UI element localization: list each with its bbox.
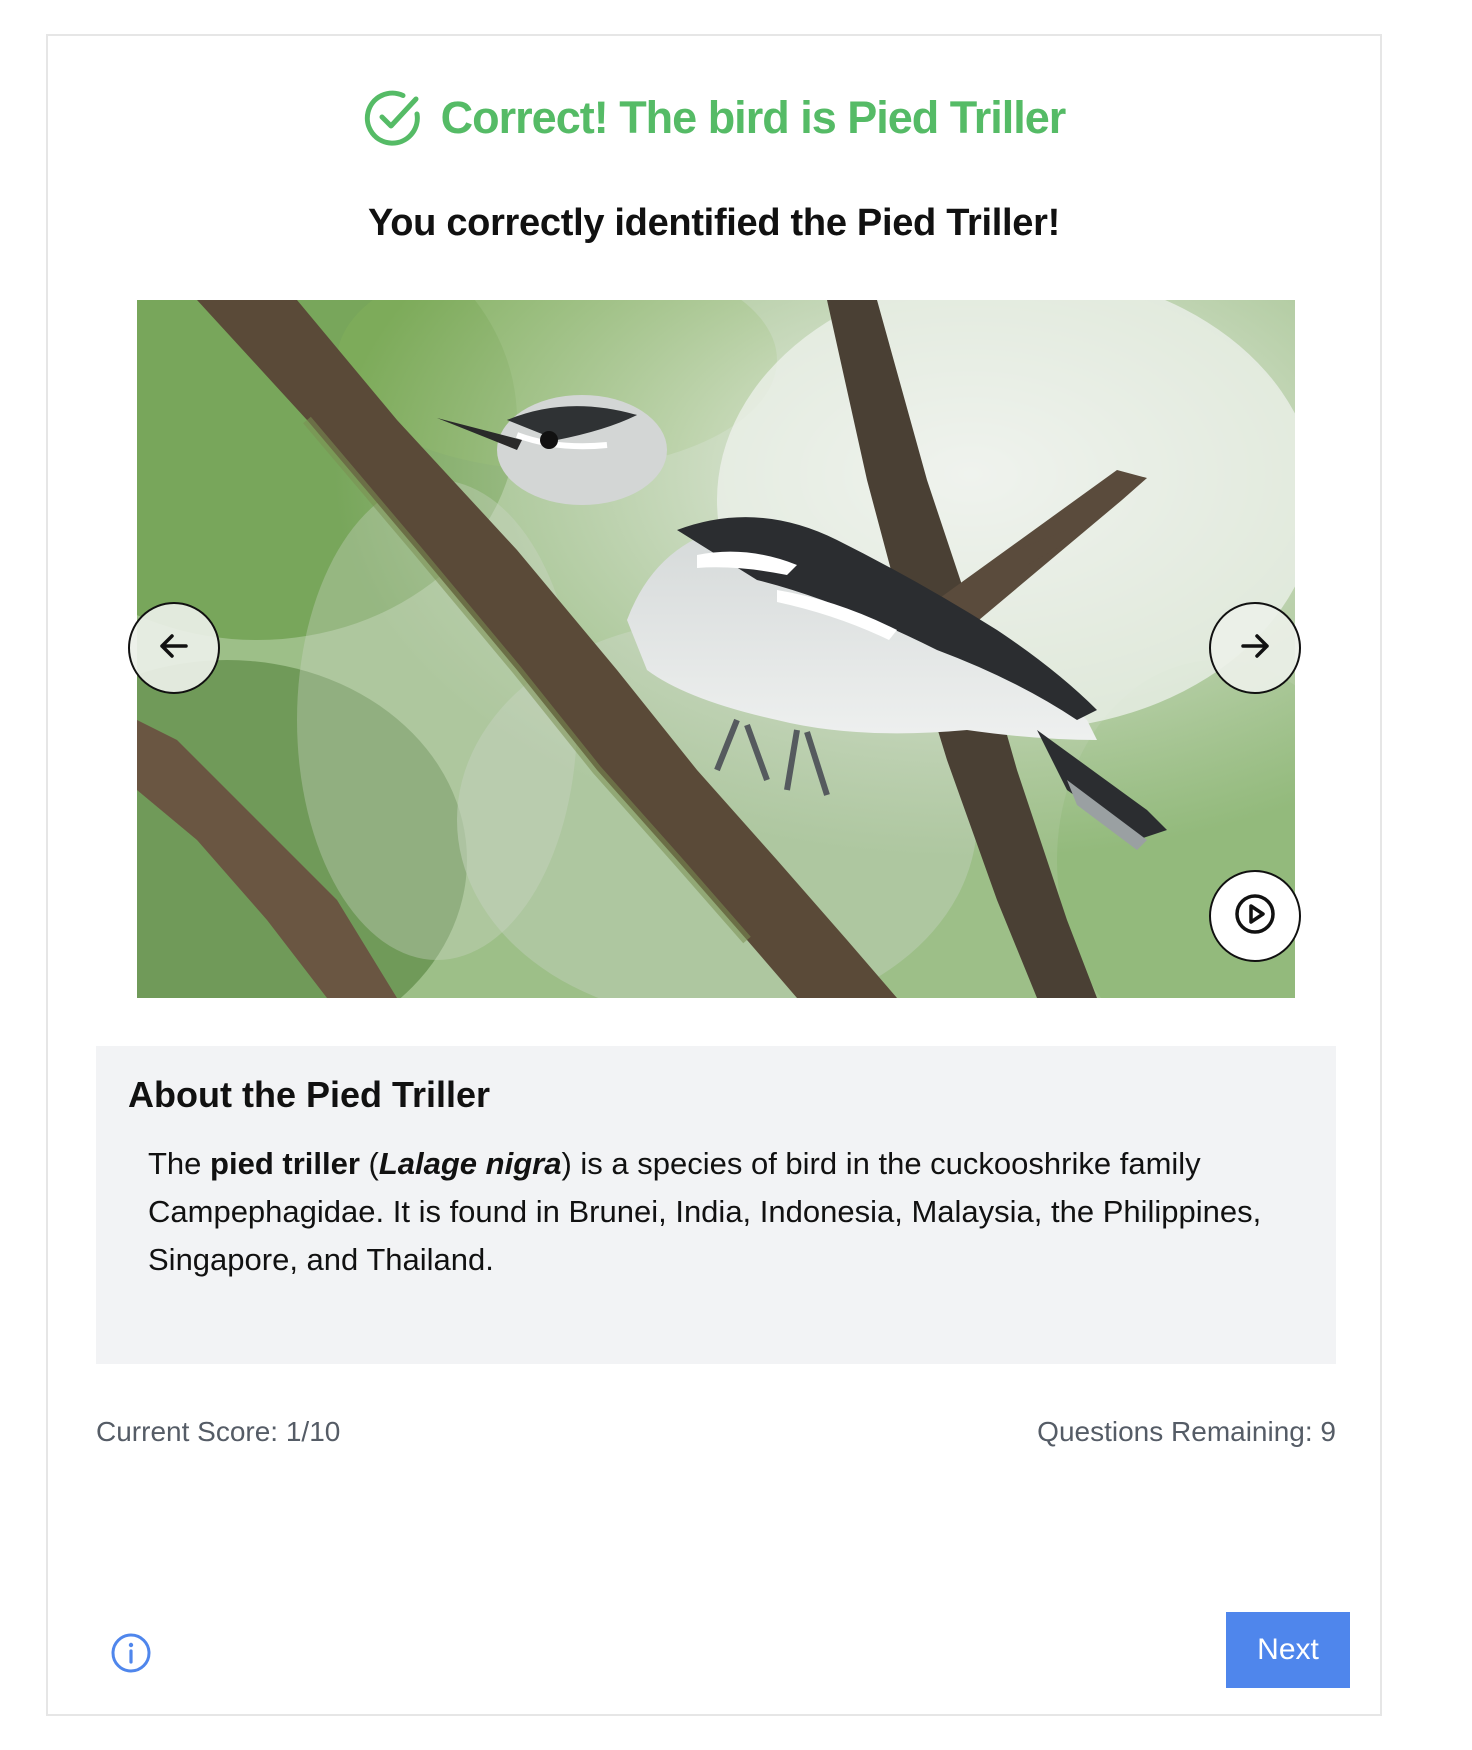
arrow-right-icon <box>1237 628 1273 669</box>
questions-remaining: Questions Remaining: 9 <box>1037 1416 1336 1447</box>
about-heading: About the Pied Triller <box>128 1074 491 1115</box>
quiz-card: Correct! The bird is Pied Triller You co… <box>46 34 1382 1716</box>
previous-photo-button[interactable] <box>128 602 220 694</box>
status-row: Current Score: 1/10 Questions Remaining:… <box>96 1416 1336 1448</box>
result-banner: Correct! The bird is Pied Triller <box>48 88 1380 148</box>
play-circle-icon <box>1233 892 1277 941</box>
common-name: pied triller <box>210 1146 360 1181</box>
info-icon <box>110 1633 152 1678</box>
bird-photo <box>137 300 1295 998</box>
next-button[interactable]: Next <box>1226 1612 1350 1688</box>
current-score: Current Score: 1/10 <box>96 1416 341 1447</box>
about-text-paren: ( <box>359 1146 379 1181</box>
scientific-name: Lalage nigra <box>378 1146 562 1181</box>
result-title: Correct! The bird is Pied Triller <box>440 92 1067 143</box>
info-button[interactable] <box>110 1632 152 1674</box>
check-circle-icon <box>363 88 423 148</box>
next-photo-button[interactable] <box>1209 602 1301 694</box>
about-description: The pied triller (Lalage nigra) is a spe… <box>148 1140 1308 1284</box>
arrow-left-icon <box>156 628 192 669</box>
result-subtitle: You correctly identified the Pied Trille… <box>368 202 1060 244</box>
about-text-before: The <box>148 1146 211 1181</box>
play-audio-button[interactable] <box>1209 870 1301 962</box>
about-panel: About the Pied Triller The pied triller … <box>96 1046 1336 1364</box>
